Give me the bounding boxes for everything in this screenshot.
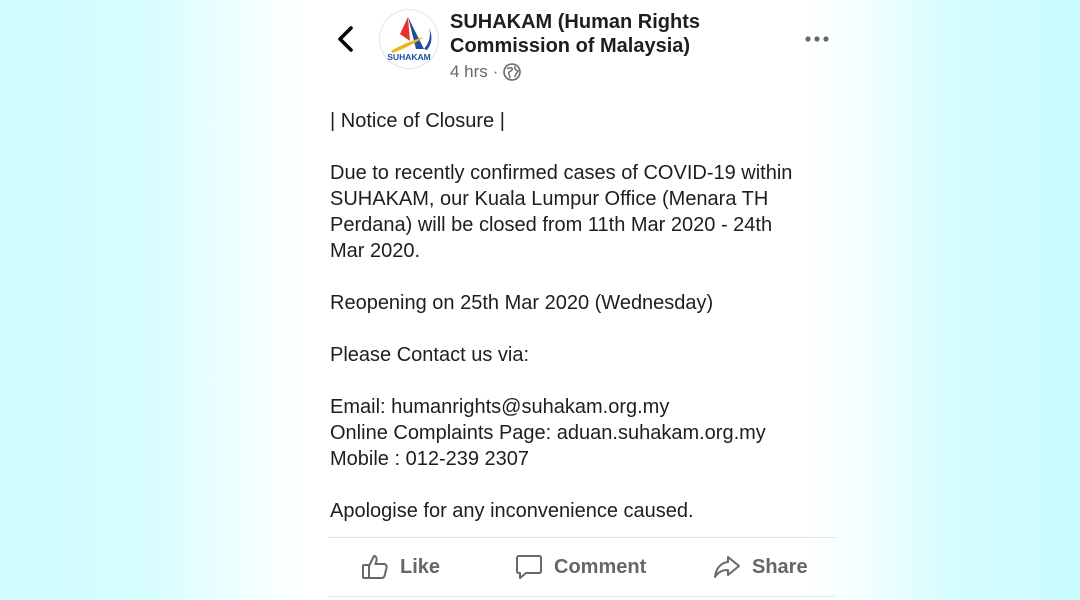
post-line xyxy=(330,472,850,498)
post-line: Reopening on 25th Mar 2020 (Wednesday) xyxy=(330,292,714,314)
share-button[interactable]: Share xyxy=(712,548,808,586)
bottom-divider xyxy=(328,596,835,597)
post-line-mobile[interactable]: Mobile : 012-239 2307 xyxy=(330,446,850,472)
page-name-line-1: SUHAKAM (Human Rights xyxy=(450,11,700,33)
more-horizontal-icon xyxy=(805,36,829,42)
post-meta: 4 hrs · xyxy=(450,61,522,83)
post-line xyxy=(330,264,850,290)
post-line: SUHAKAM, our Kuala Lumpur Office (Menara… xyxy=(330,188,769,210)
suhakam-logo: SUHAKAM xyxy=(381,11,437,67)
post-line xyxy=(330,316,850,342)
chevron-left-icon xyxy=(338,26,353,52)
facebook-post: SUHAKAM SUHAKAM (Human Rights Commission… xyxy=(0,0,1080,600)
comment-label: Comment xyxy=(554,555,647,578)
post-line: | Notice of Closure | xyxy=(330,110,505,132)
share-arrow-icon xyxy=(714,556,740,578)
globe-icon[interactable] xyxy=(503,63,522,81)
thumbs-up-icon xyxy=(362,555,388,579)
post-timestamp[interactable]: 4 hrs xyxy=(450,62,488,82)
share-label: Share xyxy=(752,555,808,578)
post-line xyxy=(330,134,850,160)
more-options-button[interactable] xyxy=(802,28,834,50)
post-line: Please Contact us via: xyxy=(330,344,529,366)
post-line-complaints-link[interactable]: Online Complaints Page: aduan.suhakam.or… xyxy=(330,420,850,446)
like-label: Like xyxy=(400,555,441,578)
post-line xyxy=(330,368,850,394)
post-line: Apologise for any inconvenience caused. xyxy=(330,500,694,522)
post-line-email[interactable]: Email: humanrights@suhakam.org.my xyxy=(330,394,850,420)
comment-bubble-icon xyxy=(516,555,542,579)
meta-separator: · xyxy=(492,62,499,81)
page-name[interactable]: SUHAKAM (Human Rights Commission of Mala… xyxy=(450,10,770,58)
post-body: | Notice of Closure | Due to recently co… xyxy=(330,108,850,524)
back-button[interactable] xyxy=(334,24,360,54)
comment-button[interactable]: Comment xyxy=(514,548,646,586)
post-line: Mar 2020. xyxy=(330,240,421,262)
post-line: Perdana) will be closed from 11th Mar 20… xyxy=(330,214,773,236)
page-name-line-2: Commission of Malaysia) xyxy=(450,35,691,57)
like-button[interactable]: Like xyxy=(360,548,440,586)
post-line: Due to recently confirmed cases of COVID… xyxy=(330,162,793,184)
action-divider xyxy=(328,537,835,538)
page-avatar[interactable]: SUHAKAM xyxy=(380,10,438,68)
logo-text: SUHAKAM xyxy=(387,52,430,62)
